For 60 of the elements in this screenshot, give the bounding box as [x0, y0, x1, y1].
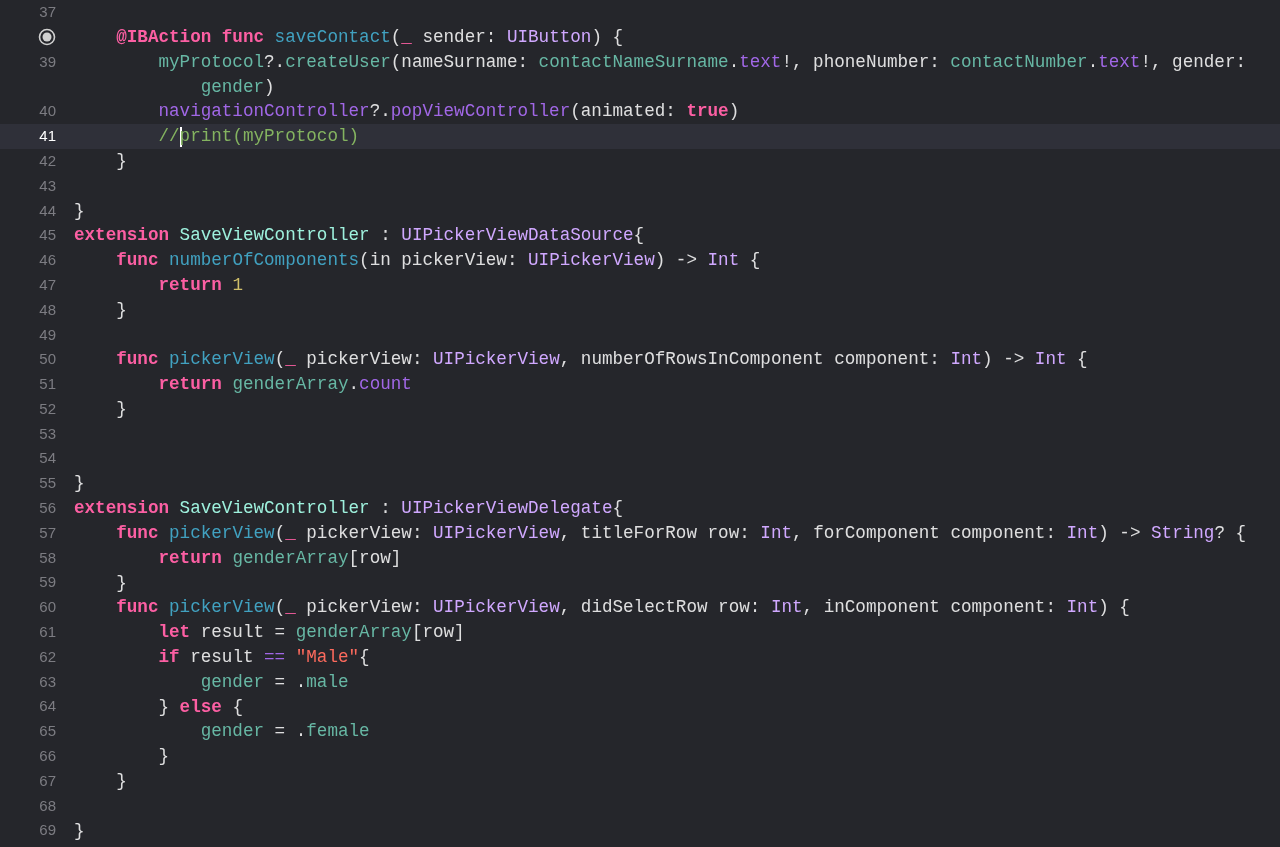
line-number: 56 [39, 498, 56, 519]
line-number: 44 [39, 200, 56, 221]
code-line: } [157, 745, 170, 769]
line-number: 49 [39, 324, 56, 345]
line-number: 42 [39, 150, 56, 171]
code-line: } else { [157, 695, 243, 719]
code-line: let result = genderArray[row] [157, 621, 465, 645]
code-line: myProtocol?.createUser(nameSurname: contactNameSurname.text!, phoneNumber: contactNumber.text!, gender: [157, 50, 1246, 74]
line-number: 60 [39, 597, 56, 618]
line-number: 46 [39, 250, 56, 271]
line-number: 59 [39, 572, 56, 593]
line-number: 61 [39, 622, 56, 643]
code-line: func pickerView(_ pickerView: UIPickerView, numberOfRowsInComponent component: Int) -> Int { [115, 348, 1088, 372]
code-line: func numberOfComponents(in pickerView: UIPickerView) -> Int { [115, 249, 761, 273]
breakpoint-icon[interactable] [38, 28, 56, 47]
code-line: func pickerView(_ pickerView: UIPickerView, titleForRow row: Int, forComponent component: Int) -> String? { [115, 521, 1247, 545]
line-number: 54 [39, 448, 56, 469]
code-line: } [115, 769, 127, 793]
code-line: gender = .female [199, 720, 370, 744]
line-number: 64 [39, 696, 56, 717]
code-line: navigationController?.popViewController(animated: true) [157, 100, 740, 124]
line-number: 58 [39, 547, 56, 568]
line-number: 57 [39, 522, 56, 543]
line-number: 63 [39, 671, 56, 692]
code-line: } [74, 472, 85, 496]
code-line: extension SaveViewController : UIPickerViewDataSource{ [74, 224, 645, 248]
line-number: 68 [39, 795, 56, 816]
line-number: 40 [39, 101, 56, 122]
code-line: gender = .male [199, 670, 349, 694]
code-line: gender) [199, 75, 275, 99]
line-number: 47 [39, 274, 56, 295]
line-number: 65 [39, 721, 56, 742]
line-number: 69 [39, 820, 56, 841]
line-number: 50 [39, 349, 56, 370]
code-line: @IBAction func saveContact(_ sender: UIButton) { [115, 26, 624, 49]
line-number: 39 [39, 51, 56, 72]
line-number: 62 [39, 646, 56, 667]
code-line: } [115, 298, 127, 322]
code-line: } [74, 819, 85, 843]
line-number: 53 [39, 423, 56, 444]
code-line: if result == "Male"{ [157, 645, 370, 669]
line-number: 66 [39, 746, 56, 767]
line-number: 52 [39, 398, 56, 419]
code-line: } [115, 571, 127, 595]
line-number: 45 [39, 225, 56, 246]
code-line: } [74, 199, 85, 223]
code-line: return genderArray[row] [157, 546, 402, 570]
code-line: return 1 [157, 273, 243, 297]
line-number: 43 [39, 175, 56, 196]
code-line: return genderArray.count [157, 373, 412, 397]
code-line: } [115, 397, 127, 421]
code-line: extension SaveViewController : UIPickerViewDelegate{ [74, 497, 624, 521]
line-number: 41 [39, 126, 56, 147]
line-number: 55 [39, 473, 56, 494]
line-number: 48 [39, 299, 56, 320]
code-line: } [115, 150, 127, 173]
line-number: 37 [39, 2, 56, 23]
line-number: 67 [39, 770, 56, 791]
line-number: 51 [39, 374, 56, 395]
code-line: func pickerView(_ pickerView: UIPickerView, didSelectRow row: Int, inComponent component: Int) { [115, 596, 1130, 620]
